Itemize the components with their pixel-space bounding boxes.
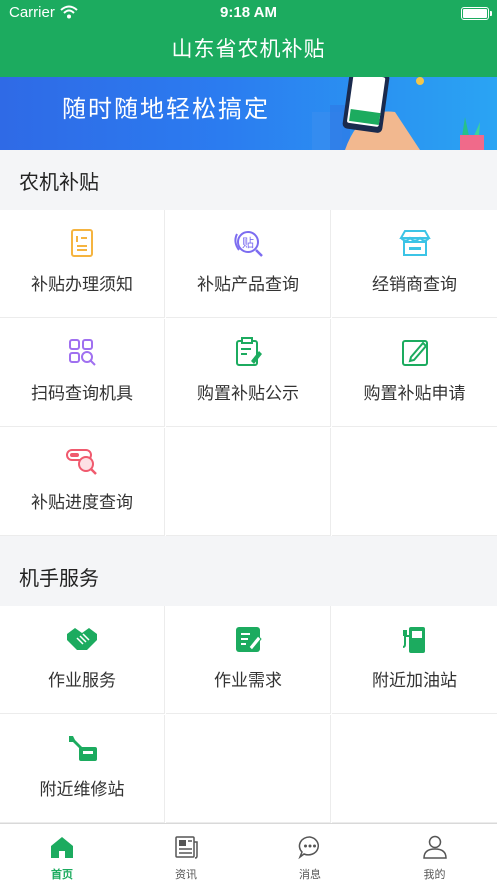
grid-empty-cell: [166, 428, 331, 536]
status-bar: Carrier 9:18 AM: [0, 4, 497, 24]
bottom-tab-bar: 首页 资讯 消息 我的: [0, 823, 497, 883]
svg-text:贴: 贴: [242, 236, 254, 250]
tab-label: 我的: [423, 868, 446, 881]
progress-search-icon: [0, 446, 164, 476]
grid-empty-cell: [166, 715, 331, 823]
tab-label: 资讯: [175, 868, 197, 881]
battery-icon: [461, 7, 492, 20]
phone-hand-illustration: [312, 77, 484, 150]
tab-label: 首页: [51, 868, 73, 881]
handshake-icon: [0, 624, 164, 654]
clock: 9:18 AM: [220, 4, 277, 21]
grid-item-progress-query[interactable]: 补贴进度查询: [0, 428, 165, 536]
home-icon: [0, 834, 124, 860]
page-title: 山东省农机补贴: [171, 37, 326, 61]
edit-form-icon: [332, 337, 497, 367]
section-header-farm-subsidy: 农机补贴: [0, 150, 497, 210]
tab-messages[interactable]: 消息: [248, 824, 372, 883]
grid-item-scan-query[interactable]: 扫码查询机具: [0, 319, 165, 427]
grid-item-subsidy-apply[interactable]: 购置补贴申请: [332, 319, 497, 427]
grid-item-label: 扫码查询机具: [31, 384, 133, 404]
grid-item-label: 购置补贴申请: [363, 384, 466, 404]
grid-item-label: 补贴产品查询: [197, 275, 299, 295]
demand-form-icon: [166, 624, 330, 654]
subsidy-search-icon: 贴: [166, 228, 330, 258]
promo-banner[interactable]: 随时随地轻松搞定: [0, 77, 497, 150]
profile-icon: [372, 834, 497, 860]
grid-item-work-demand[interactable]: 作业需求: [166, 606, 331, 714]
tab-profile[interactable]: 我的: [372, 824, 497, 883]
grid-item-repair-station[interactable]: 附近维修站: [0, 715, 165, 823]
notice-document-icon: [0, 228, 164, 258]
tab-home[interactable]: 首页: [0, 824, 124, 883]
grid-item-label: 经销商查询: [372, 275, 457, 295]
scan-grid-icon: [0, 337, 164, 367]
grid-item-work-service[interactable]: 作业服务: [0, 606, 165, 714]
app-header: Carrier 9:18 AM 山东省农机补贴: [0, 0, 497, 77]
grid-item-label: 作业需求: [214, 671, 282, 691]
banner-slogan: 随时随地轻松搞定: [62, 95, 270, 123]
gas-station-icon: [332, 624, 497, 654]
grid-item-subsidy-product-query[interactable]: 贴 补贴产品查询: [166, 210, 331, 318]
section-title: 农机补贴: [19, 170, 99, 194]
grid-empty-cell: [332, 428, 497, 536]
subsidy-grid: 补贴办理须知 贴 补贴产品查询 经销商查询 扫码查询机具 购置补贴公示 购置补贴…: [0, 210, 497, 536]
grid-item-label: 附近维修站: [39, 780, 125, 800]
grid-item-label: 作业服务: [48, 671, 116, 691]
grid-empty-cell: [332, 715, 497, 823]
shop-icon: [332, 228, 497, 258]
message-icon: [248, 834, 372, 860]
grid-item-subsidy-publicity[interactable]: 购置补贴公示: [166, 319, 331, 427]
grid-item-dealer-query[interactable]: 经销商查询: [332, 210, 497, 318]
clipboard-edit-icon: [166, 337, 330, 367]
grid-item-subsidy-notice[interactable]: 补贴办理须知: [0, 210, 165, 318]
operator-grid: 作业服务 作业需求 附近加油站 附近维修站: [0, 606, 497, 824]
grid-item-label: 附近加油站: [372, 671, 457, 691]
grid-item-label: 购置补贴公示: [197, 384, 299, 404]
section-header-operator-service: 机手服务: [0, 546, 497, 606]
grid-item-gas-station[interactable]: 附近加油站: [332, 606, 497, 714]
grid-item-label: 补贴办理须知: [31, 275, 133, 295]
section-title: 机手服务: [19, 566, 99, 590]
news-icon: [124, 834, 248, 860]
tab-label: 消息: [299, 868, 321, 881]
grid-item-label: 补贴进度查询: [31, 493, 133, 513]
tab-news[interactable]: 资讯: [124, 824, 248, 883]
wrench-repair-icon: [0, 733, 164, 763]
